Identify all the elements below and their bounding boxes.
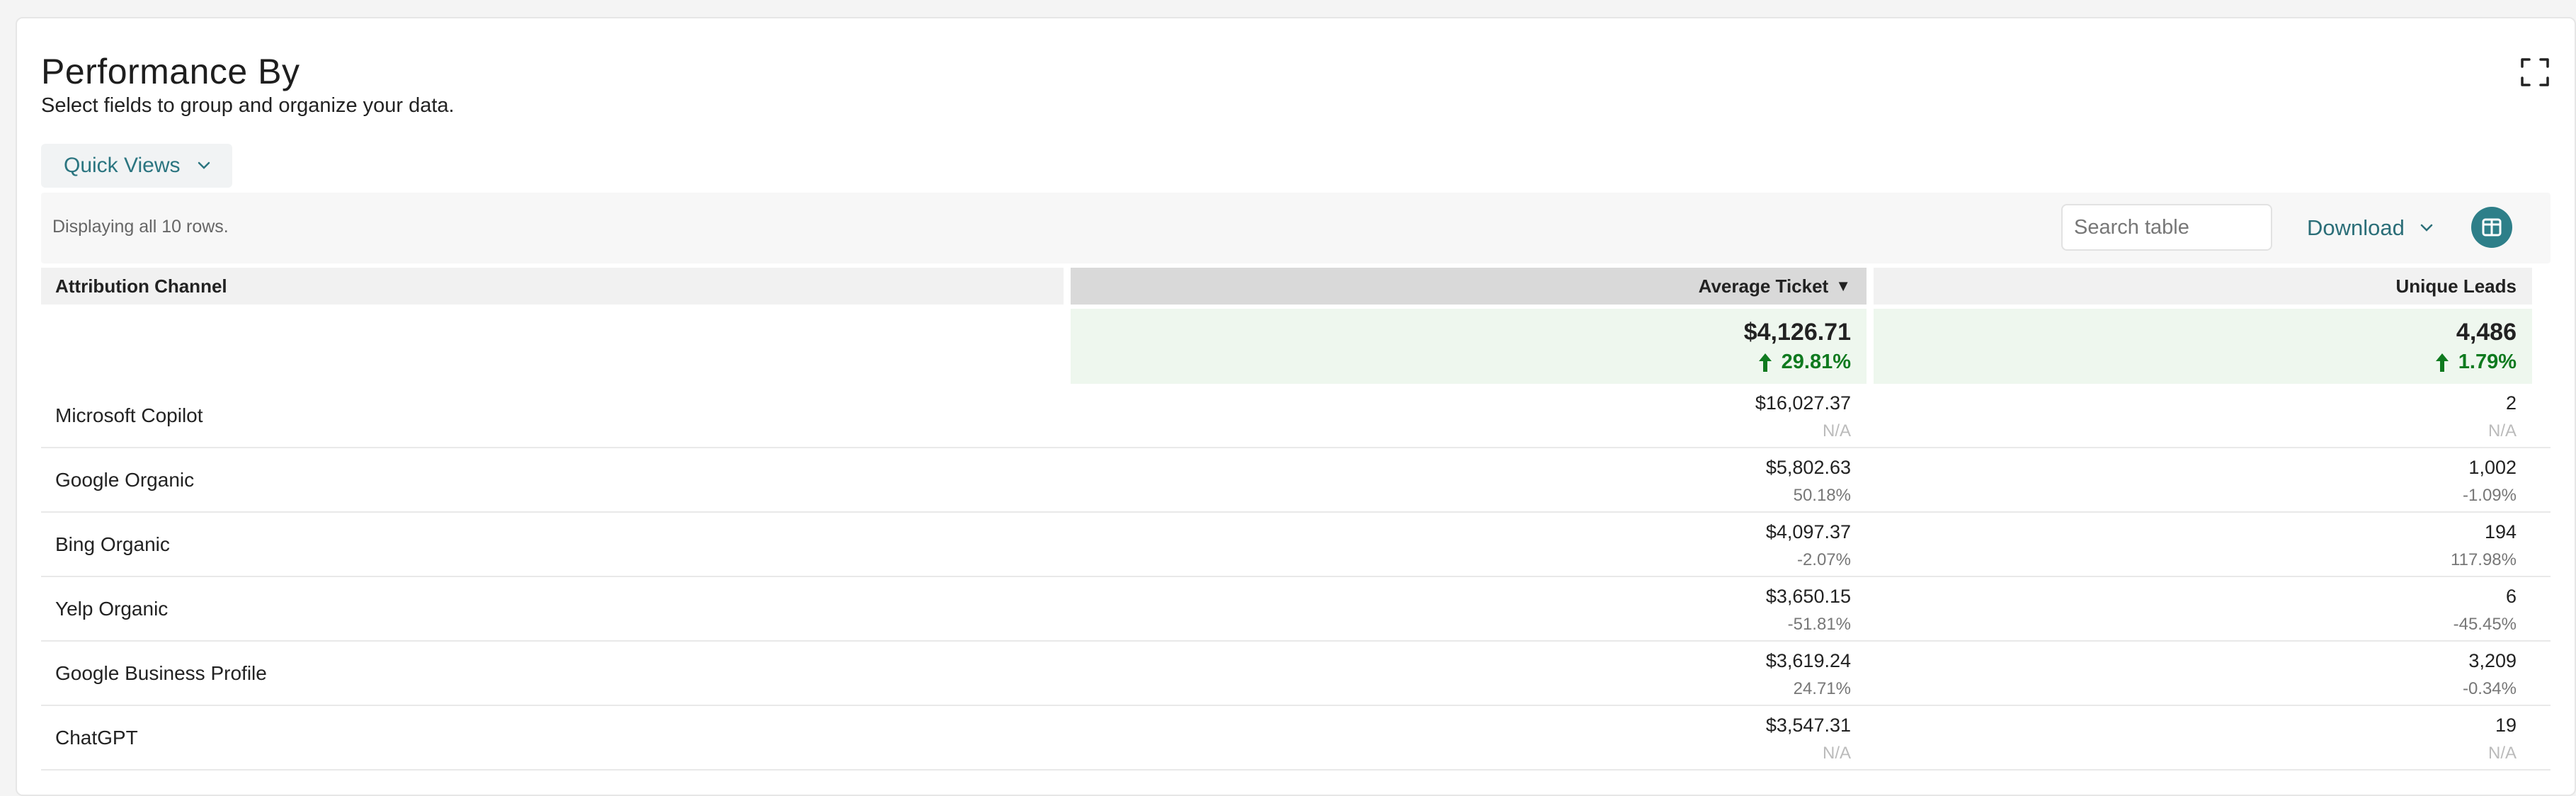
cell-change: 117.98% xyxy=(2451,550,2517,569)
channel-name: Yelp Organic xyxy=(55,598,169,620)
table-row[interactable]: Google Business Profile $3,619.24 24.71%… xyxy=(41,642,2551,706)
column-header-label: Attribution Channel xyxy=(55,275,227,297)
page-title: Performance By xyxy=(41,52,300,91)
row-count-text: Displaying all 10 rows. xyxy=(52,217,229,237)
cell-value: 6 xyxy=(2505,586,2517,607)
cell-change: 50.18% xyxy=(1793,486,1851,505)
cell-value: $3,650.15 xyxy=(1765,586,1851,607)
cell-value: $3,547.31 xyxy=(1765,715,1851,736)
table-row[interactable]: Microsoft Copilot $16,027.37 N/A 2 N/A xyxy=(41,384,2551,448)
arrow-up-icon xyxy=(2435,353,2449,372)
column-settings-button[interactable] xyxy=(2471,207,2512,248)
total-change: 1.79% xyxy=(1874,351,2517,374)
cell-change: N/A xyxy=(2487,421,2517,440)
unique-leads-cell: 1,002 -1.09% xyxy=(1874,457,2532,506)
total-change: 29.81% xyxy=(1071,351,1851,374)
total-unique-leads: 4,486 1.79% xyxy=(1874,309,2532,384)
unique-leads-cell: 194 117.98% xyxy=(1874,521,2532,570)
download-button[interactable]: Download xyxy=(2307,207,2433,249)
column-header-attribution-channel[interactable]: Attribution Channel xyxy=(41,268,1064,305)
total-change-value: 29.81% xyxy=(1781,351,1851,373)
performance-card: Performance By Select fields to group an… xyxy=(16,17,2576,796)
quick-views-dropdown[interactable]: Quick Views xyxy=(41,144,232,188)
table-header: Attribution Channel Average Ticket ▼ Uni… xyxy=(41,268,2551,305)
cell-change: -45.45% xyxy=(2453,615,2517,634)
cell-change: -2.07% xyxy=(1796,550,1851,569)
channel-name: Microsoft Copilot xyxy=(55,404,203,426)
unique-leads-cell: 3,209 -0.34% xyxy=(1874,650,2532,699)
download-label: Download xyxy=(2307,215,2405,240)
cell-value: 1,002 xyxy=(2468,457,2517,478)
cell-change: N/A xyxy=(2487,744,2517,763)
search-input[interactable] xyxy=(2061,204,2272,251)
cell-value: $4,097.37 xyxy=(1765,521,1851,542)
arrow-up-icon xyxy=(1758,353,1772,372)
total-change-value: 1.79% xyxy=(2458,351,2517,373)
total-value: $4,126.71 xyxy=(1743,319,1851,346)
channel-name: Google Business Profile xyxy=(55,662,267,684)
column-header-average-ticket[interactable]: Average Ticket ▼ xyxy=(1071,268,1867,305)
cell-change: -0.34% xyxy=(2462,679,2517,698)
sort-descending-icon: ▼ xyxy=(1835,277,1851,295)
expand-icon xyxy=(2521,58,2549,86)
cell-change: -1.09% xyxy=(2462,486,2517,505)
column-header-unique-leads[interactable]: Unique Leads xyxy=(1874,268,2532,305)
average-ticket-cell: $5,802.63 50.18% xyxy=(1071,457,1867,506)
average-ticket-cell: $3,650.15 -51.81% xyxy=(1071,586,1867,635)
cell-change: N/A xyxy=(1822,744,1851,763)
unique-leads-cell: 6 -45.45% xyxy=(1874,586,2532,635)
cell-value: 19 xyxy=(2495,715,2517,736)
total-average-ticket: $4,126.71 29.81% xyxy=(1071,309,1867,384)
unique-leads-cell: 2 N/A xyxy=(1874,392,2532,441)
average-ticket-cell: $3,619.24 24.71% xyxy=(1071,650,1867,699)
cell-value: 3,209 xyxy=(2468,650,2517,671)
columns-icon xyxy=(2482,218,2502,237)
quick-views-label: Quick Views xyxy=(64,154,181,177)
total-value: 4,486 xyxy=(2456,319,2517,346)
column-header-label: Unique Leads xyxy=(2395,275,2517,297)
expand-button[interactable] xyxy=(2519,57,2551,88)
column-header-label: Average Ticket xyxy=(1698,275,1829,297)
cell-value: 194 xyxy=(2484,521,2517,542)
average-ticket-cell: $4,097.37 -2.07% xyxy=(1071,521,1867,570)
cell-change: N/A xyxy=(1822,421,1851,440)
totals-row: $4,126.71 29.81% 4,486 1.79% xyxy=(41,309,2551,384)
channel-name: Google Organic xyxy=(55,469,195,491)
channel-name: Bing Organic xyxy=(55,533,170,555)
page-subtitle: Select fields to group and organize your… xyxy=(41,94,455,117)
chevron-down-icon xyxy=(2420,224,2433,232)
table-row[interactable]: Google Organic $5,802.63 50.18% 1,002 -1… xyxy=(41,448,2551,513)
cell-value: $16,027.37 xyxy=(1755,392,1851,414)
average-ticket-cell: $3,547.31 N/A xyxy=(1071,715,1867,763)
average-ticket-cell: $16,027.37 N/A xyxy=(1071,392,1867,441)
cell-value: 2 xyxy=(2505,392,2517,414)
chevron-down-icon xyxy=(198,161,210,169)
cell-change: 24.71% xyxy=(1793,679,1851,698)
cell-value: $3,619.24 xyxy=(1765,650,1851,671)
unique-leads-cell: 19 N/A xyxy=(1874,715,2532,763)
cell-change: -51.81% xyxy=(1787,615,1851,634)
table-toolbar: Displaying all 10 rows. Download xyxy=(41,193,2551,263)
channel-name: ChatGPT xyxy=(55,727,138,749)
table-row[interactable]: Yelp Organic $3,650.15 -51.81% 6 -45.45% xyxy=(41,577,2551,642)
table-row[interactable]: ChatGPT $3,547.31 N/A 19 N/A xyxy=(41,706,2551,771)
cell-value: $5,802.63 xyxy=(1765,457,1851,478)
table-row[interactable]: Bing Organic $4,097.37 -2.07% 194 117.98… xyxy=(41,513,2551,577)
